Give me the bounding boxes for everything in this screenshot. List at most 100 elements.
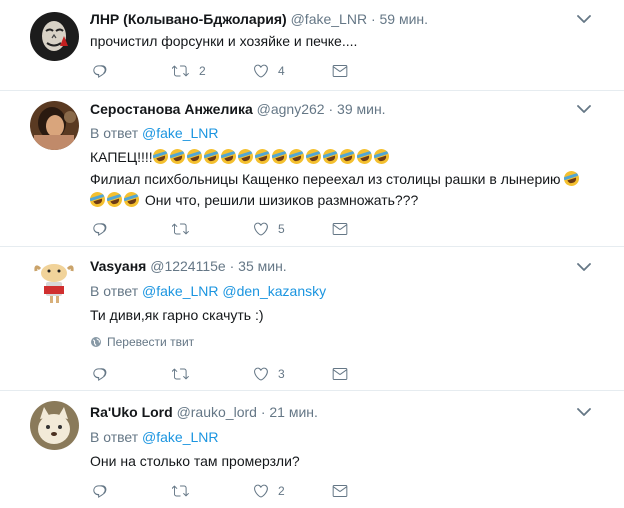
rofl-emoji-icon [184,147,204,166]
rofl-emoji-icon [337,147,357,166]
reply-prefix: В ответ [90,125,139,141]
rofl-emoji-icon [562,169,582,188]
avatar-image [30,12,79,61]
avatar[interactable] [30,257,79,306]
heart-icon [253,366,269,382]
chevron-down-icon[interactable] [577,407,591,417]
like-button[interactable]: 4 [253,63,285,79]
separator: · [328,101,334,117]
like-button[interactable]: 2 [253,483,285,499]
tweet-text-line: КАПЕЦ!!!! [90,147,391,166]
retweet-button[interactable] [172,366,190,382]
rofl-emoji-icon [303,147,323,166]
reply-icon [92,221,108,237]
envelope-icon [332,63,348,79]
retweet-button[interactable] [172,483,190,499]
direct-message-button[interactable] [332,366,348,382]
reply-context: В ответ @fake_LNR [90,428,219,446]
chevron-down-icon[interactable] [577,104,591,114]
retweet-icon [172,221,190,237]
reply-prefix: В ответ [90,429,139,445]
separator: · [260,404,266,420]
retweet-icon [172,483,190,499]
reply-button[interactable] [92,63,108,79]
retweet-button[interactable] [172,221,190,237]
envelope-icon [332,366,348,382]
direct-message-button[interactable] [332,483,348,499]
reply-icon [92,63,108,79]
envelope-icon [332,483,348,499]
author-name[interactable]: Серостанова Анжелика [90,101,253,117]
avatar[interactable] [30,401,79,450]
tweet-text: Они на столько там промерзли? [90,453,300,469]
separator: · [370,11,376,27]
tweet[interactable]: Ra'Uko Lord @rauko_lord · 21 мин. В отве… [0,391,624,508]
separator: · [229,258,235,274]
mention-link[interactable]: @den_kazansky [222,283,326,299]
rofl-emoji-icon [122,190,141,209]
retweet-button[interactable]: 2 [172,63,206,79]
translate-label: Перевести твит [107,335,195,349]
rofl-emoji-icon [371,147,391,166]
reply-icon [92,483,108,499]
mention-link[interactable]: @fake_LNR [142,429,218,445]
heart-icon [253,221,269,237]
mention-link[interactable]: @fake_LNR [142,283,218,299]
tweet-text: КАПЕЦ!!!! [90,149,153,165]
tweet-text: Они что, решили шизиков размножать??? [144,192,419,208]
author-name[interactable]: Ra'Uko Lord [90,404,173,420]
mention-link[interactable]: @fake_LNR [142,125,218,141]
tweet[interactable]: Серостанова Анжелика @agny262 · 39 мин. … [0,91,624,246]
heart-icon [253,63,269,79]
reply-button[interactable] [92,366,108,382]
rofl-emoji-icon [269,147,289,166]
timestamp[interactable]: 21 мин. [269,404,318,420]
rofl-emoji-icon [320,147,340,166]
tweet-header: Vasyаня @1224115e · 35 мин. [90,257,287,275]
author-handle[interactable]: @agny262 [257,101,325,117]
avatar[interactable] [30,101,79,150]
retweet-count: 2 [199,64,206,78]
timestamp[interactable]: 35 мин. [238,258,287,274]
timestamp[interactable]: 39 мин. [337,101,386,117]
globe-icon [90,336,102,348]
tweet-text: Ти диви,як гарно скачуть :) [90,307,264,323]
avatar-image [30,101,79,150]
timestamp[interactable]: 59 мин. [380,11,429,27]
reply-button[interactable] [92,483,108,499]
like-count: 3 [278,367,285,381]
direct-message-button[interactable] [332,63,348,79]
tweet-header: ЛНР (Колывано-Бджолария) @fake_LNR · 59 … [90,10,428,28]
like-button[interactable]: 3 [253,366,285,382]
envelope-icon [332,221,348,237]
retweet-icon [172,366,190,382]
author-handle[interactable]: @rauko_lord [177,404,257,420]
author-handle[interactable]: @1224115e [150,258,225,274]
like-count: 5 [278,222,285,236]
avatar[interactable] [30,12,79,61]
chevron-down-icon[interactable] [577,14,591,24]
rofl-emoji-icon [150,147,170,166]
author-name[interactable]: Vasyаня [90,258,146,274]
rofl-emoji-icon [88,190,107,209]
rofl-emoji-icon [235,147,255,166]
reply-button[interactable] [92,221,108,237]
like-count: 2 [278,484,285,498]
tweet[interactable]: ЛНР (Колывано-Бджолария) @fake_LNR · 59 … [0,0,624,90]
author-name[interactable]: ЛНР (Колывано-Бджолария) [90,11,287,27]
emoji-row [150,147,391,166]
like-count: 4 [278,64,285,78]
avatar-image [30,257,79,306]
rofl-emoji-icon [105,190,124,209]
reply-context: В ответ @fake_LNR [90,124,219,142]
author-handle[interactable]: @fake_LNR [291,11,367,27]
chevron-down-icon[interactable] [577,262,591,272]
like-button[interactable]: 5 [253,221,285,237]
rofl-emoji-icon [218,147,238,166]
retweet-icon [172,63,190,79]
tweet[interactable]: Vasyаня @1224115e · 35 мин. В ответ @fak… [0,247,624,390]
tweet-header: Серостанова Анжелика @agny262 · 39 мин. [90,100,386,118]
translate-link[interactable]: Перевести твит [90,335,194,349]
heart-icon [253,483,269,499]
direct-message-button[interactable] [332,221,348,237]
